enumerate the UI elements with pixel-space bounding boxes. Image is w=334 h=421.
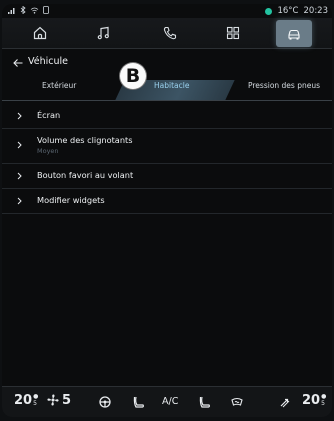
seat-heat-icon[interactable] [132, 395, 146, 409]
car-icon [288, 29, 300, 40]
tab-habitacle[interactable]: Habitacle [154, 81, 189, 90]
list-item-label: Volume des clignotants [37, 135, 133, 145]
divider [2, 100, 332, 101]
chevron-right-icon [17, 112, 22, 120]
signal-icon [8, 7, 15, 14]
left-temperature[interactable]: 20 ● 5 [14, 393, 38, 408]
list-item-label: Écran [37, 110, 61, 120]
clock: 20:23 [303, 6, 329, 16]
infotainment-screen: 16°C 20:23 Véhicule Extérieur Habitacle … [2, 4, 332, 417]
page-header: Véhicule [2, 52, 332, 74]
home-icon [33, 26, 47, 40]
chevron-right-icon [17, 172, 22, 180]
music-icon [97, 26, 109, 40]
temperature-unit: ● 5 [321, 393, 327, 407]
bluetooth-icon [20, 6, 26, 14]
tab-bar: Extérieur Habitacle Pression des pneus [2, 76, 332, 100]
tab-pression-pneus[interactable]: Pression des pneus [248, 81, 320, 90]
steering-wheel-heat-icon[interactable] [98, 395, 112, 409]
windshield-defrost-icon[interactable] [230, 395, 244, 409]
phone-icon [43, 6, 49, 14]
status-bar: 16°C 20:23 [2, 4, 332, 18]
apps-icon [226, 26, 240, 40]
chevron-right-icon [17, 197, 22, 205]
ac-button[interactable]: A/C [162, 396, 178, 407]
list-item-label: Modifier widgets [37, 195, 105, 205]
callout-badge: B [120, 63, 146, 89]
list-item-modifier-widgets[interactable]: Modifier widgets [2, 189, 332, 214]
seat-icon[interactable] [198, 395, 212, 409]
nav-music[interactable] [88, 21, 120, 45]
nav-phone[interactable] [154, 21, 186, 45]
back-arrow-icon[interactable] [12, 57, 24, 69]
wifi-icon [30, 7, 39, 14]
phone-icon [163, 26, 177, 40]
list-item-value: Moyen [37, 147, 59, 155]
nav-vehicle[interactable] [276, 20, 312, 47]
air-recirculation-icon[interactable] [278, 395, 292, 409]
nav-home[interactable] [24, 21, 56, 45]
list-item-label: Bouton favori au volant [37, 170, 134, 180]
outside-temperature: 16°C [277, 6, 299, 16]
list-item-volume-clignotants[interactable]: Volume des clignotants Moyen [2, 129, 332, 164]
fan-speed[interactable]: 5 [46, 393, 71, 408]
settings-list: Écran Volume des clignotants Moyen Bouto… [2, 104, 332, 214]
connection-status-icon [265, 7, 273, 15]
page-title: Véhicule [28, 56, 68, 67]
list-item-bouton-favori[interactable]: Bouton favori au volant [2, 164, 332, 189]
chevron-right-icon [17, 141, 22, 149]
top-navigation [2, 18, 332, 49]
climate-bar: 20 ● 5 5 A/C 20 ● 5 [2, 386, 332, 417]
nav-apps[interactable] [217, 21, 249, 45]
temperature-unit: ● 5 [33, 393, 39, 407]
list-item-ecran[interactable]: Écran [2, 104, 332, 129]
fan-icon [47, 394, 59, 406]
tab-exterieur[interactable]: Extérieur [42, 81, 76, 90]
right-temperature[interactable]: 20 ● 5 [302, 393, 326, 408]
